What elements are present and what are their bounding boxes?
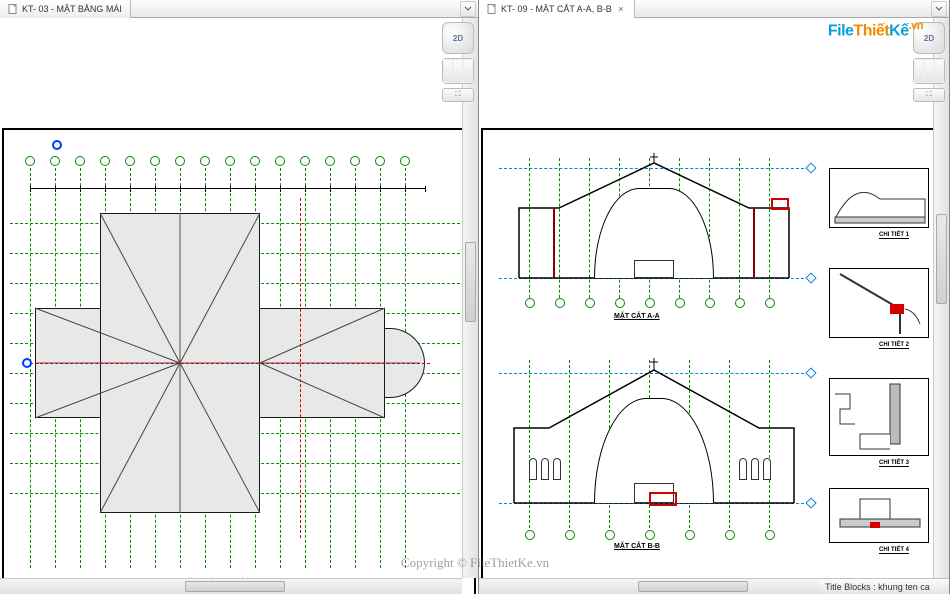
scrollbar-vertical[interactable]	[933, 18, 949, 578]
section-a	[499, 148, 809, 308]
tab-overflow-button[interactable]	[931, 1, 947, 17]
tab-label: KT- 09 - MẶT CẮT A-A, B-B	[501, 4, 612, 14]
document-icon	[487, 4, 497, 14]
section-line-h	[30, 363, 430, 364]
scrollbar-horizontal[interactable]	[0, 578, 462, 594]
tab-kt03[interactable]: KT- 03 - MẶT BẰNG MÁI	[0, 0, 131, 18]
grid-bubbles-a	[499, 298, 809, 312]
tabbar-left: KT- 03 - MẶT BẰNG MÁI	[0, 0, 478, 18]
tab-overflow-button[interactable]	[460, 1, 476, 17]
nav-full-button[interactable]: ⛶	[442, 88, 474, 102]
view-controls-left: 2D ⛶	[442, 22, 474, 102]
section-line-v	[300, 198, 301, 538]
detail-4	[829, 488, 929, 543]
brand-logo: FileThiếtKế.vn	[828, 20, 923, 40]
detail-callout	[649, 492, 677, 506]
viewcube[interactable]: 2D	[442, 22, 474, 54]
grid-bubbles-b	[499, 530, 809, 544]
scrollbar-vertical[interactable]	[462, 18, 478, 578]
detail-callout	[771, 198, 789, 210]
viewport-right[interactable]: FileThiếtKế.vn 2D ⛶	[479, 18, 949, 594]
nav-full-button[interactable]: ⛶	[913, 88, 945, 102]
viewport-left[interactable]: 2D ⛶	[0, 18, 478, 594]
watermark: Copyright © FileThietKe.vn	[401, 555, 549, 571]
tab-label: KT- 03 - MẶT BẰNG MÁI	[22, 4, 122, 14]
section-marker	[52, 140, 62, 150]
tabbar-right: KT- 09 - MẶT CẮT A-A, B-B ×	[479, 0, 949, 18]
detail-1	[829, 168, 929, 228]
pane-right: KT- 09 - MẶT CẮT A-A, B-B × FileThiếtKế.…	[479, 0, 950, 594]
section-b	[499, 348, 809, 538]
tab-kt09[interactable]: KT- 09 - MẶT CẮT A-A, B-B ×	[479, 0, 635, 18]
detail-3	[829, 378, 929, 456]
nav-wheel-icon[interactable]	[913, 58, 945, 84]
app-root: KT- 03 - MẶT BẰNG MÁI 2D ⛶	[0, 0, 950, 594]
nav-wheel-icon[interactable]	[442, 58, 474, 84]
close-icon[interactable]: ×	[616, 4, 626, 14]
section-marker	[22, 358, 32, 368]
status-titleblock: Title Blocks : khung ten ca	[819, 578, 949, 594]
detail-2	[829, 268, 929, 338]
chevron-down-icon	[464, 5, 472, 13]
section-a-title: MẶT CẮT A-A	[614, 313, 660, 320]
dimension-string	[30, 188, 425, 198]
chevron-down-icon	[935, 5, 943, 13]
document-icon	[8, 4, 18, 14]
pane-left: KT- 03 - MẶT BẰNG MÁI 2D ⛶	[0, 0, 479, 594]
section-b-title: MẶT CẮT B-B	[614, 543, 660, 550]
